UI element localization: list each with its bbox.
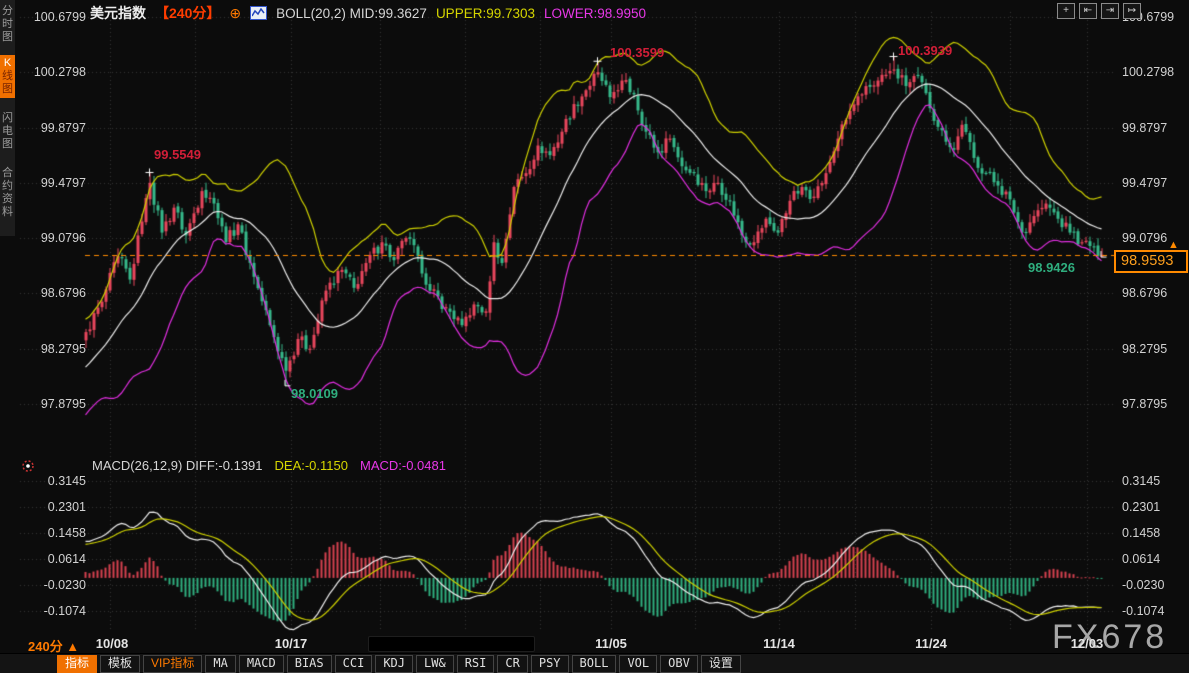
macd-tick-left-4: -0.0230 xyxy=(20,578,86,592)
macd-tick-left-5: -0.1074 xyxy=(20,604,86,618)
toolbar-item-设置[interactable]: 设置 xyxy=(701,655,741,673)
date-label-0: 10/08 xyxy=(96,636,129,651)
low-label-3: 98.0109 xyxy=(291,386,338,401)
date-label-5: 12/03 xyxy=(1071,636,1104,651)
boll-lower-value: LOWER:98.9950 xyxy=(544,6,646,21)
price-tick-left-3: 99.4797 xyxy=(20,176,86,190)
toolbar-item-MACD[interactable]: MACD xyxy=(239,655,284,673)
price-tick-right-1: 100.2798 xyxy=(1122,65,1174,79)
sidebar: 分时图 K线图闪电图合约资料 xyxy=(0,0,15,236)
scroll-right-icon[interactable]: ⇥ xyxy=(1101,3,1119,19)
price-up-arrow-icon: ▲ xyxy=(1168,239,1179,251)
price-tick-left-4: 99.0796 xyxy=(20,231,86,245)
toolbar-item-模板[interactable]: 模板 xyxy=(100,655,140,673)
pan-icon[interactable]: + xyxy=(1057,3,1075,19)
price-tick-left-7: 97.8795 xyxy=(20,397,86,411)
high-label-2: 100.3939 xyxy=(898,43,952,58)
toolbar-item-RSI[interactable]: RSI xyxy=(457,655,495,673)
toolbar-item-OBV[interactable]: OBV xyxy=(660,655,698,673)
date-label-3: 11/14 xyxy=(763,636,795,651)
price-chart-canvas[interactable] xyxy=(0,0,1189,673)
sidebar-item-2[interactable]: 闪电图 xyxy=(0,110,15,153)
boll-mid-value: BOLL(20,2) MID:99.3627 xyxy=(276,6,427,21)
toolbar-item-KDJ[interactable]: KDJ xyxy=(375,655,413,673)
boll-chart-icon xyxy=(250,6,267,20)
toolbar-item-VIP指标[interactable]: VIP指标 xyxy=(143,655,202,673)
price-tick-left-5: 98.6796 xyxy=(20,286,86,300)
add-indicator-icon[interactable]: ⊕ xyxy=(229,5,241,22)
low-label-4: 98.9426 xyxy=(1028,260,1075,275)
toolbar-item-PSY[interactable]: PSY xyxy=(531,655,569,673)
price-tick-left-0: 100.6799 xyxy=(20,10,86,24)
macd-tick-right-3: 0.0614 xyxy=(1122,552,1160,566)
high-label-1: 100.3599 xyxy=(610,45,664,60)
price-tick-right-6: 98.2795 xyxy=(1122,342,1167,356)
macd-settings-icon[interactable] xyxy=(21,459,35,478)
macd-tick-right-5: -0.1074 xyxy=(1122,604,1164,618)
current-price-box: 98.9593 xyxy=(1114,250,1188,273)
macd-tick-left-1: 0.2301 xyxy=(20,500,86,514)
toolbar-item-CCI[interactable]: CCI xyxy=(335,655,373,673)
macd-tick-left-2: 0.1458 xyxy=(20,526,86,540)
goto-latest-icon[interactable]: ↦ xyxy=(1123,3,1141,19)
indicator-toolbar: 指标模板VIP指标MAMACDBIASCCIKDJLW&RSICRPSYBOLL… xyxy=(0,653,1189,673)
sidebar-item-3[interactable]: 合约资料 xyxy=(0,165,15,221)
toolbar-item-MA[interactable]: MA xyxy=(205,655,235,673)
macd-value: MACD:-0.0481 xyxy=(360,458,446,473)
date-label-2: 11/05 xyxy=(595,636,627,651)
toolbar-item-CR[interactable]: CR xyxy=(497,655,527,673)
toolbar-item-BIAS[interactable]: BIAS xyxy=(287,655,332,673)
macd-tick-right-1: 0.2301 xyxy=(1122,500,1160,514)
scrollbar-thumb[interactable] xyxy=(368,636,535,652)
price-tick-left-6: 98.2795 xyxy=(20,342,86,356)
price-tick-left-1: 100.2798 xyxy=(20,65,86,79)
macd-tick-right-4: -0.0230 xyxy=(1122,578,1164,592)
price-tick-right-4: 99.0796 xyxy=(1122,231,1167,245)
toolbar-item-LW&[interactable]: LW& xyxy=(416,655,454,673)
date-label-1: 10/17 xyxy=(275,636,308,651)
toolbar-item-指标[interactable]: 指标 xyxy=(57,655,97,673)
period-label: 【240分】 xyxy=(155,3,220,23)
boll-upper-value: UPPER:99.7303 xyxy=(436,6,535,21)
symbol-title: 美元指数 xyxy=(90,3,146,23)
price-tick-right-5: 98.6796 xyxy=(1122,286,1167,300)
scroll-left-icon[interactable]: ⇤ xyxy=(1079,3,1097,19)
high-label-0: 99.5549 xyxy=(154,147,201,162)
sidebar-item-1[interactable]: K线图 xyxy=(0,55,15,98)
macd-diff-value: MACD(26,12,9) DIFF:-0.1391 xyxy=(92,458,263,473)
toolbar-item-BOLL[interactable]: BOLL xyxy=(572,655,617,673)
toolbar-item-VOL[interactable]: VOL xyxy=(619,655,657,673)
macd-tick-left-3: 0.0614 xyxy=(20,552,86,566)
topbar: 美元指数 【240分】 ⊕ BOLL(20,2) MID:99.3627 UPP… xyxy=(90,3,646,23)
price-tick-left-2: 99.8797 xyxy=(20,121,86,135)
date-label-4: 11/24 xyxy=(915,636,947,651)
chart-tool-buttons: +⇤⇥↦ xyxy=(1057,3,1141,19)
sidebar-item-0[interactable]: 分时图 xyxy=(0,3,15,46)
price-tick-right-2: 99.8797 xyxy=(1122,121,1167,135)
macd-tick-right-0: 0.3145 xyxy=(1122,474,1160,488)
macd-tick-right-2: 0.1458 xyxy=(1122,526,1160,540)
macd-dea-value: DEA:-0.1150 xyxy=(275,458,348,473)
macd-header: MACD(26,12,9) DIFF:-0.1391 DEA:-0.1150 M… xyxy=(92,458,446,473)
chart-window: FX678 分时图 K线图闪电图合约资料 美元指数 【240分】 ⊕ BOLL(2… xyxy=(0,0,1189,673)
price-tick-right-3: 99.4797 xyxy=(1122,176,1167,190)
watermark: FX678 xyxy=(1052,618,1167,657)
price-tick-right-7: 97.8795 xyxy=(1122,397,1167,411)
